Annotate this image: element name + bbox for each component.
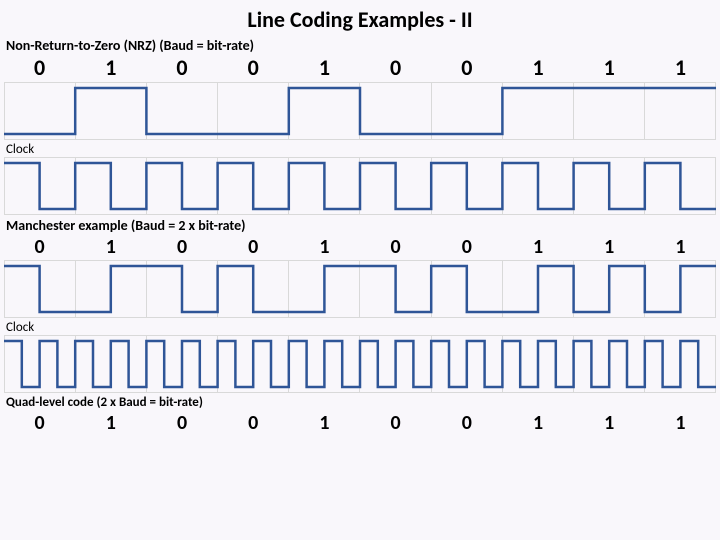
quad-label: Quad-level code (2 x Baud = bit-rate) <box>0 393 720 410</box>
nrz-bits: 0 1 0 0 1 0 0 1 1 1 <box>0 54 720 82</box>
nrz-waveform <box>4 82 716 140</box>
quad-bits: 0 1 0 0 1 0 0 1 1 1 <box>0 410 720 436</box>
bit: 0 <box>360 54 431 82</box>
bit: 0 <box>218 54 289 82</box>
bit: 1 <box>75 410 146 436</box>
bit: 1 <box>645 54 716 82</box>
bit: 0 <box>360 234 431 260</box>
manchester-bits: 0 1 0 0 1 0 0 1 1 1 <box>0 234 720 260</box>
bit: 0 <box>218 410 289 436</box>
bit: 0 <box>4 410 75 436</box>
bit: 0 <box>146 54 217 82</box>
manchester-label: Manchester example (Baud = 2 x bit-rate) <box>0 215 720 234</box>
bit: 1 <box>645 234 716 260</box>
manchester-waveform <box>4 260 716 318</box>
bit: 0 <box>218 234 289 260</box>
clock2-label: Clock <box>0 318 720 335</box>
bit: 0 <box>4 54 75 82</box>
bit: 1 <box>574 54 645 82</box>
clock1-label: Clock <box>0 140 720 157</box>
bit: 0 <box>431 234 502 260</box>
nrz-label: Non-Return-to-Zero (NRZ) (Baud = bit-rat… <box>0 35 720 54</box>
bit: 0 <box>431 410 502 436</box>
bit: 0 <box>360 410 431 436</box>
bit: 0 <box>146 234 217 260</box>
bit: 1 <box>645 410 716 436</box>
bit: 0 <box>431 54 502 82</box>
bit: 1 <box>574 410 645 436</box>
page-title: Line Coding Examples - II <box>0 0 720 35</box>
bit: 1 <box>289 410 360 436</box>
bit: 1 <box>502 54 573 82</box>
bit: 1 <box>574 234 645 260</box>
bit: 1 <box>289 54 360 82</box>
bit: 1 <box>502 234 573 260</box>
bit: 0 <box>4 234 75 260</box>
bit: 1 <box>502 410 573 436</box>
bit: 1 <box>75 234 146 260</box>
bit: 1 <box>289 234 360 260</box>
clock1-waveform <box>4 157 716 215</box>
clock2-waveform <box>4 335 716 393</box>
bit: 1 <box>75 54 146 82</box>
bit: 0 <box>146 410 217 436</box>
